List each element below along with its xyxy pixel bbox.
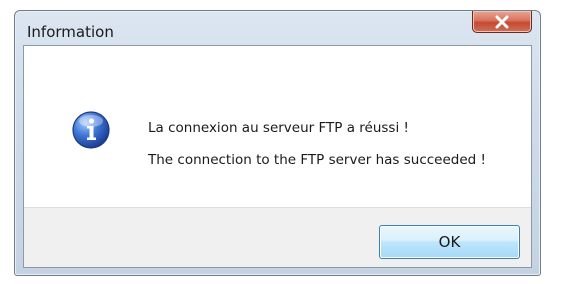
button-area: OK [24, 207, 531, 267]
message-french: La connexion au serveur FTP a réussi ! [148, 120, 409, 136]
dialog-window: Information OK [14, 10, 541, 276]
close-icon [495, 15, 509, 28]
title-bar[interactable]: Information [15, 11, 540, 45]
close-button[interactable] [472, 11, 532, 33]
page: Information OK La connexion au serveur F… [0, 0, 579, 284]
information-icon [72, 111, 110, 149]
message-english: The connection to the FTP server has suc… [148, 152, 486, 168]
ok-button[interactable]: OK [379, 225, 520, 259]
dialog-title: Information [27, 23, 114, 41]
